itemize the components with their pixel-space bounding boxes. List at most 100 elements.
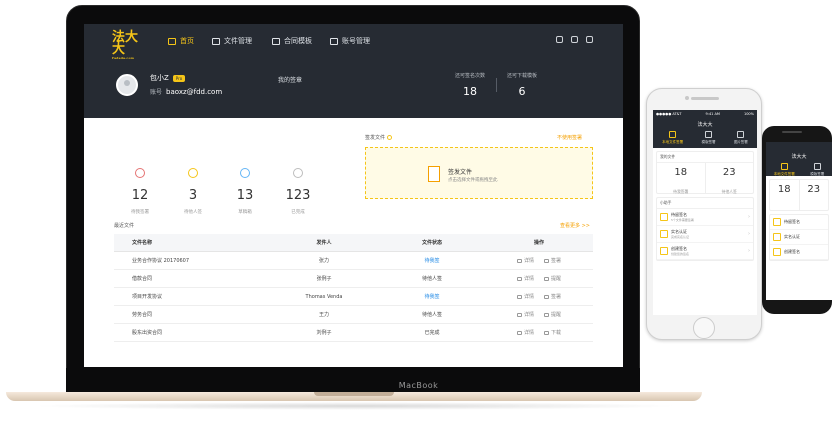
file-name[interactable]: 劳务合同 [114, 311, 269, 318]
phone-count-value: 23 [722, 167, 736, 178]
phone-dark-count[interactable]: 18 [770, 180, 799, 210]
file-name[interactable]: 借款合同 [114, 275, 269, 282]
home-button[interactable] [693, 317, 715, 339]
account-email: baoxz@fdd.com [166, 88, 223, 96]
upload-dropzone[interactable]: 签发文件 点击选择文件或拖拽至此 [365, 147, 593, 199]
sign-icon [544, 258, 549, 263]
file-sender: Thomas Venda [305, 293, 343, 300]
phone-dark-tab-local[interactable]: 本地文件签署 [774, 163, 795, 177]
chevron-right-icon: › [748, 248, 750, 254]
stat-drafts[interactable]: 13 草稿箱 [221, 168, 269, 215]
cart-icon[interactable] [556, 36, 563, 43]
phone-dark-screen: 法大大 本地文件签署 模版签署 18 23 待留签名 实名认证 创建签名 [766, 142, 832, 300]
phone-files-card: 我的文件 更多 18 待我签署 23 待他人签 [656, 151, 754, 194]
list-item[interactable]: 待留签名 [770, 215, 828, 230]
file-icon [780, 163, 788, 170]
list-item[interactable]: 创建签名 创建您的签名 › [657, 243, 753, 260]
remind-action[interactable]: 提醒 [544, 311, 561, 318]
nav-contract-template-label: 合同模板 [284, 37, 312, 45]
file-status: 待我签 [424, 294, 440, 300]
phone-count-pending-others[interactable]: 23 待他人签 [706, 163, 754, 194]
pen-icon [135, 168, 145, 178]
logout-icon[interactable] [586, 36, 593, 43]
logo-subtext: Fadada.com [112, 56, 135, 60]
nav-file-management[interactable]: 文件管理 [212, 36, 252, 46]
nav-home[interactable]: 首页 [168, 36, 194, 46]
list-item[interactable]: 待留签名 5个文件需要签署 › [657, 209, 753, 226]
phone-dark-count[interactable]: 23 [800, 180, 829, 210]
file-name[interactable]: 股东出资合同 [114, 329, 269, 336]
detail-label: 详情 [523, 330, 534, 336]
phone-assistant-list: 小助手 待留签名 5个文件需要签署 › 实名认证 完成实名认证 › 创建签名 创建您的… [656, 197, 754, 261]
nav-home-label: 首页 [180, 37, 194, 45]
phone-files-card-title: 我的文件 [660, 154, 676, 159]
phone-screen: ●●●●● AT&T 9:41 AM 100% 法大大 本地文件签署 模版签署 … [653, 110, 757, 315]
phone-dark-header: 法大大 本地文件签署 模版签署 [766, 150, 832, 176]
sign-action[interactable]: 签署 [544, 293, 561, 300]
stat-pending-others[interactable]: 3 待他人签 [169, 168, 217, 215]
sign-label: 签署 [551, 258, 562, 264]
chevron-right-icon: › [748, 231, 750, 237]
phone-tab-local-file[interactable]: 本地文件签署 [662, 131, 683, 145]
recent-files-title: 最近文件 [114, 223, 135, 229]
phone-tab-template[interactable]: 模版签署 [701, 131, 715, 145]
table-row[interactable]: 股东出资合同 刘例子 已完成 详情 下载 [114, 324, 593, 342]
phone-dark-status-bar [766, 142, 832, 150]
sign-section-title: 签发文件 [365, 134, 393, 141]
stat-pending-my-sign[interactable]: 12 待我签署 [116, 168, 164, 215]
bell-icon[interactable] [571, 36, 578, 43]
file-name[interactable]: 项目开发协议 [114, 293, 269, 300]
phone-tab-image[interactable]: 图片签署 [734, 131, 748, 145]
stat-completed[interactable]: 123 已完成 [274, 168, 322, 215]
avatar[interactable] [116, 74, 138, 96]
stat-label: 草稿箱 [238, 210, 252, 215]
download-action[interactable]: 下载 [544, 329, 561, 336]
phone-assistant-title-text: 小助手 [660, 200, 672, 205]
list-item[interactable]: 实名认证 完成实名认证 › [657, 226, 753, 243]
phone-header: 法大大 本地文件签署 模版签署 图片签署 [653, 118, 757, 148]
phone-count-pending-me[interactable]: 18 待我签署 [657, 163, 705, 194]
phone-dark-tab-label: 模版签署 [810, 172, 825, 176]
phone-dark-tab-template[interactable]: 模版签署 [810, 163, 824, 177]
phone-tab-label: 本地文件签署 [662, 140, 684, 144]
quota-signatures: 还可签名次数 18 [450, 72, 490, 98]
detail-action[interactable]: 详情 [516, 329, 534, 336]
file-status: 已完成 [424, 330, 440, 336]
detail-action[interactable]: 详情 [516, 293, 534, 300]
download-icon [544, 330, 549, 335]
remind-action[interactable]: 提醒 [544, 275, 561, 282]
list-item[interactable]: 创建签名 [770, 245, 828, 260]
phone-dark-tabs: 本地文件签署 模版签署 [766, 163, 832, 177]
my-signature-link[interactable]: 我的签章 [278, 75, 302, 84]
table-row[interactable]: 项目开发协议 Thomas Venda 待我签 详情 签署 [114, 288, 593, 306]
list-item[interactable]: 实名认证 [770, 230, 828, 245]
help-icon[interactable] [387, 135, 393, 140]
phone-files-card-header: 我的文件 更多 [657, 152, 753, 163]
phone-camera [685, 96, 689, 100]
bell-icon [544, 276, 549, 281]
detail-action[interactable]: 详情 [516, 275, 534, 282]
stat-label: 待他人签 [184, 210, 202, 215]
template-icon [272, 37, 280, 45]
table-row[interactable]: 劳务合同 王力 待他人签 详情 提醒 [114, 306, 593, 324]
sign-action[interactable]: 签署 [544, 257, 561, 264]
fadada-logo[interactable]: 法大大 Fadada.com [112, 31, 146, 60]
detail-action[interactable]: 详情 [516, 257, 534, 264]
table-row[interactable]: 借款合同 张例子 待他人签 详情 提醒 [114, 270, 593, 288]
detail-label: 详情 [523, 258, 534, 264]
id-icon [773, 233, 781, 241]
detail-action[interactable]: 详情 [516, 311, 534, 318]
sign-option-link[interactable]: 不使用签署 [557, 134, 582, 141]
create-sign-icon [773, 248, 781, 256]
nav-contract-template[interactable]: 合同模板 [272, 36, 312, 46]
table-row[interactable]: 业务合作协议 20170607 张力 待我签 详情 签署 [114, 252, 593, 270]
file-sender: 张力 [318, 258, 329, 264]
nav-account-management-label: 账号管理 [342, 37, 370, 45]
phone-assistant-title: 小助手 [657, 198, 753, 209]
quota-templates-value: 6 [518, 85, 526, 98]
nav-account-management[interactable]: 账号管理 [330, 36, 370, 46]
view-more-link[interactable]: 查看更多 >> [560, 222, 590, 229]
home-icon [168, 37, 176, 45]
file-name[interactable]: 业务合作协议 20170607 [114, 257, 269, 264]
download-label: 下载 [551, 330, 562, 336]
